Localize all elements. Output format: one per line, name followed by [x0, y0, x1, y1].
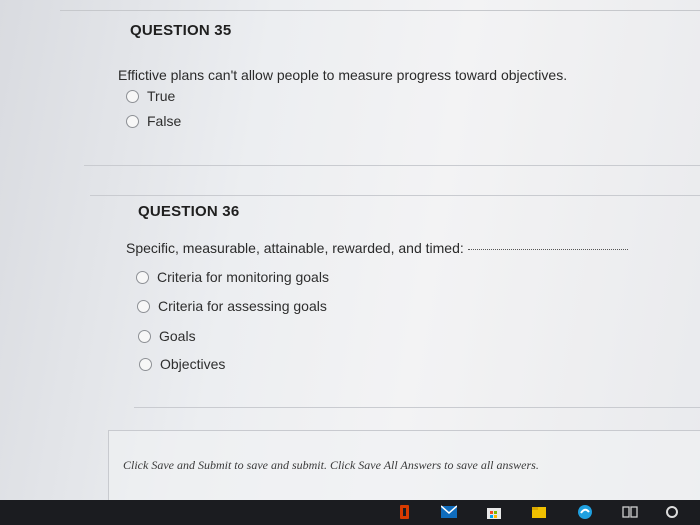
edge-icon[interactable] [576, 504, 594, 520]
question-title: QUESTION 36 [138, 203, 240, 220]
submit-instructions: Click Save and Submit to save and submit… [123, 458, 539, 472]
question-text: Effictive plans can't allow people to me… [118, 67, 568, 83]
option-label: Criteria for monitoring goals [157, 269, 329, 285]
radio-button[interactable] [126, 114, 139, 128]
radio-button[interactable] [139, 357, 152, 371]
option-criteria-monitoring[interactable]: Criteria for monitoring goals [136, 269, 329, 285]
radio-button[interactable] [137, 299, 150, 313]
question-title: QUESTION 35 [130, 22, 232, 39]
option-criteria-assessing[interactable]: Criteria for assessing goals [137, 298, 327, 314]
option-objectives[interactable]: Objectives [139, 356, 225, 372]
option-goals[interactable]: Goals [138, 328, 196, 344]
radio-button[interactable] [138, 329, 151, 343]
files-icon[interactable] [531, 505, 547, 519]
office-icon[interactable] [397, 505, 413, 519]
option-label: True [147, 88, 176, 104]
answer-blank [467, 249, 628, 250]
mail-icon[interactable] [441, 505, 457, 519]
question-36-card: QUESTION 36 Specific, measurable, attain… [84, 195, 700, 410]
option-label: False [147, 113, 182, 129]
option-label: Criteria for assessing goals [158, 298, 327, 314]
question-divider [90, 195, 700, 196]
option-false[interactable]: False [126, 113, 181, 129]
option-label: Goals [159, 328, 196, 344]
task-view-icon[interactable] [622, 505, 638, 519]
question-text-label: Specific, measurable, attainable, reward… [126, 240, 464, 256]
question-35-card: QUESTION 35 Effictive plans can't allow … [84, 10, 700, 175]
submit-instructions-box: Click Save and Submit to save and submit… [108, 430, 700, 511]
question-divider [134, 407, 700, 408]
radio-button[interactable] [126, 89, 139, 103]
cortana-icon[interactable] [664, 505, 680, 519]
option-true[interactable]: True [126, 88, 175, 104]
store-icon[interactable] [486, 505, 502, 519]
taskbar [0, 500, 700, 525]
question-divider [84, 165, 700, 166]
question-text: Specific, measurable, attainable, reward… [126, 240, 628, 256]
option-label: Objectives [160, 356, 226, 372]
radio-button[interactable] [136, 270, 149, 284]
